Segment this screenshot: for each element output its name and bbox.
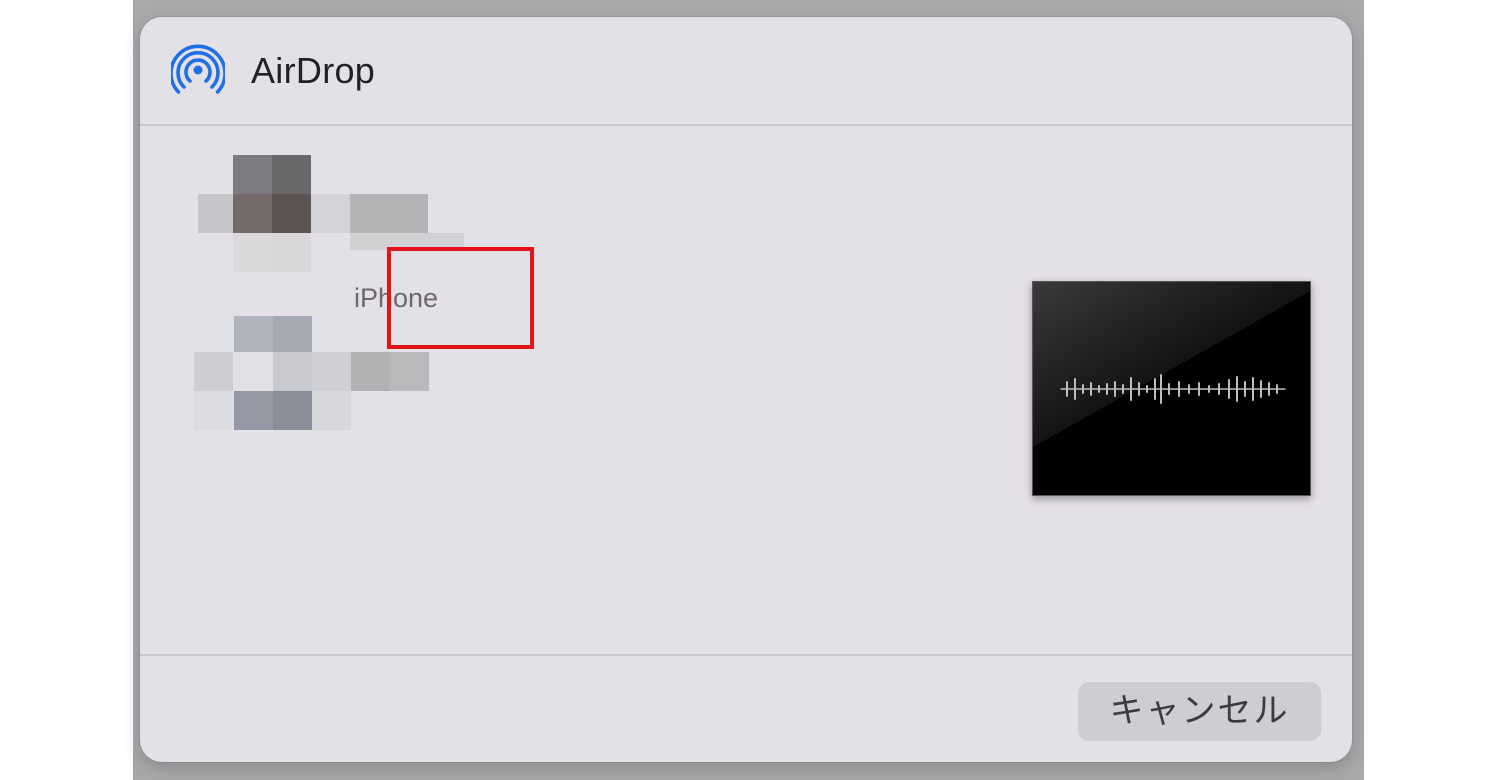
device-item[interactable]: iPhone: [198, 155, 534, 349]
device-list: iPhone: [140, 126, 1352, 654]
cancel-button[interactable]: キャンセル: [1078, 682, 1321, 741]
sheet-header: AirDrop: [140, 17, 1352, 126]
airdrop-sheet: AirDrop iPhone キャンセル: [140, 17, 1352, 762]
device-item[interactable]: [194, 316, 434, 431]
sheet-footer: キャンセル: [140, 654, 1352, 762]
dialog-title: AirDrop: [251, 50, 376, 91]
file-preview-thumbnail: [1032, 281, 1311, 496]
airdrop-icon: [169, 43, 227, 97]
